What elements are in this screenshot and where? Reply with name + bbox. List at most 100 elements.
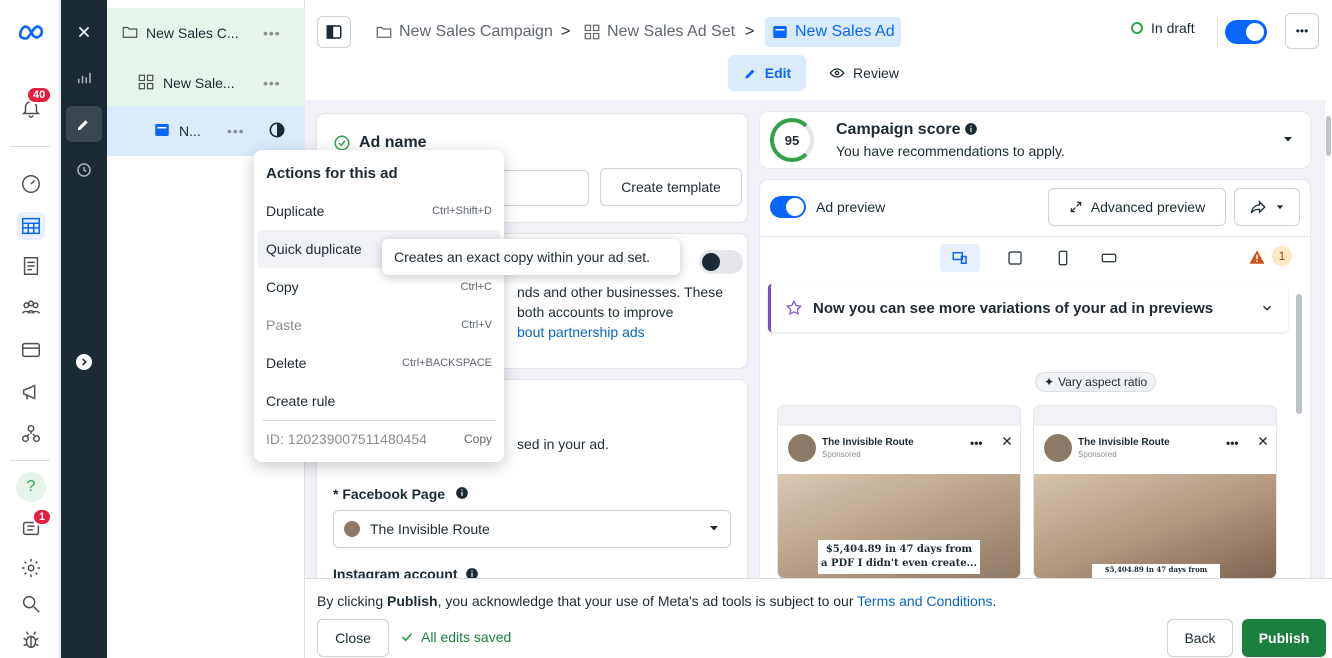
advanced-preview-button[interactable]: Advanced preview: [1048, 188, 1226, 226]
facebook-page-select[interactable]: The Invisible Route: [333, 510, 731, 548]
edit-pencil-icon[interactable]: [66, 106, 102, 142]
menu-item-label: Paste: [266, 317, 302, 333]
post-more-icon[interactable]: •••: [970, 436, 983, 450]
partnership-desc-line2: both accounts to improve: [517, 304, 674, 320]
close-icon[interactable]: [66, 14, 102, 50]
scrollbar-thumb[interactable]: [1326, 116, 1331, 156]
ad-id-text: ID: 120239007511480454: [266, 431, 427, 447]
dashboard-gauge-icon[interactable]: [17, 170, 45, 198]
scrollbar-thumb[interactable]: [1296, 294, 1302, 414]
tree-item-campaign[interactable]: New Sales C... •••: [107, 8, 305, 58]
draft-status: In draft: [1131, 20, 1195, 36]
breadcrumb-ad[interactable]: New Sales Ad: [765, 17, 901, 47]
ads-manager-table-icon[interactable]: [17, 212, 45, 240]
post-close-icon[interactable]: [1256, 434, 1270, 451]
audiences-icon[interactable]: [17, 294, 45, 322]
post-top-strip: [1034, 406, 1276, 426]
caret-down-icon[interactable]: [1282, 132, 1294, 148]
save-status-label: All edits saved: [421, 629, 512, 645]
campaign-more-icon[interactable]: •••: [263, 25, 281, 41]
adset-more-icon[interactable]: •••: [263, 75, 281, 91]
partnership-learn-more-link[interactable]: bout partnership ads: [517, 324, 645, 340]
breadcrumb-adset[interactable]: New Sales Ad Set: [583, 18, 735, 46]
editor-rail: [61, 0, 107, 658]
ad-icon: [773, 26, 787, 38]
placement-square-icon[interactable]: [1000, 244, 1030, 272]
page-avatar: [344, 521, 360, 537]
ad-status-half-circle-icon: [267, 120, 287, 143]
partnership-toggle[interactable]: [699, 250, 743, 274]
more-options-button[interactable]: •••: [1285, 13, 1319, 49]
back-button[interactable]: Back: [1167, 619, 1233, 657]
bug-report-icon[interactable]: [17, 626, 45, 654]
info-icon: [455, 486, 469, 503]
pages-icon[interactable]: [17, 252, 45, 280]
tree-item-adset[interactable]: New Sale... •••: [107, 58, 305, 108]
reporting-chart-icon[interactable]: [66, 60, 102, 96]
breadcrumb-campaign[interactable]: New Sales Campaign: [375, 18, 553, 46]
create-template-button[interactable]: Create template: [600, 168, 742, 206]
global-nav: 40 ? 1: [0, 0, 60, 658]
ad-name-input[interactable]: [497, 170, 589, 206]
meta-logo-icon[interactable]: [17, 18, 45, 46]
post-image: $5,404.89 in 47 days from a PDF I didn't…: [778, 474, 1020, 578]
campaign-score-card[interactable]: 95 Campaign score You have recommendatio…: [760, 112, 1310, 168]
placement-all-icon[interactable]: [940, 244, 980, 272]
help-icon[interactable]: ?: [16, 472, 46, 502]
warning-triangle-icon[interactable]: [1248, 248, 1266, 269]
post-image: $5,404.89 in 47 days from: [1034, 474, 1276, 578]
publish-button[interactable]: Publish: [1242, 619, 1326, 657]
post-preview-stories[interactable]: The Invisible Route Sponsored ••• $5,404…: [1034, 406, 1276, 578]
menu-item-delete[interactable]: Delete Ctrl+BACKSPACE: [254, 344, 504, 382]
ad-preview-toggle[interactable]: [770, 196, 806, 218]
page-avatar: [1044, 434, 1072, 462]
campaign-score-title: Campaign score: [836, 121, 961, 138]
post-more-icon[interactable]: •••: [1226, 436, 1239, 450]
vary-aspect-ratio-chip[interactable]: ✦ Vary aspect ratio: [1035, 372, 1157, 392]
ad-on-toggle[interactable]: [1225, 20, 1267, 44]
close-button[interactable]: Close: [317, 619, 389, 657]
settings-gear-icon[interactable]: [17, 554, 45, 582]
tab-review[interactable]: Review: [819, 55, 909, 91]
preview-scrollbar[interactable]: [1296, 280, 1302, 578]
placement-horizontal-icon[interactable]: [1094, 244, 1124, 272]
messages-badge: 1: [32, 508, 53, 526]
share-preview-button[interactable]: [1234, 188, 1300, 226]
share-icon: [1250, 200, 1266, 214]
ad-more-icon[interactable]: •••: [227, 123, 245, 139]
publish-notice: By clicking Publish, you acknowledge tha…: [317, 593, 996, 609]
menu-item-label: Copy: [266, 279, 299, 295]
post-preview-feed[interactable]: The Invisible Route Sponsored ••• $5,404…: [778, 406, 1020, 578]
variations-banner[interactable]: Now you can see more variations of your …: [768, 284, 1288, 332]
terms-link[interactable]: Terms and Conditions: [857, 593, 992, 609]
breadcrumb-campaign-label: New Sales Campaign: [399, 23, 553, 40]
copy-id-button[interactable]: Copy: [464, 432, 492, 446]
placement-vertical-icon[interactable]: [1048, 244, 1078, 272]
vary-aspect-ratio-label: Vary aspect ratio: [1058, 375, 1148, 389]
post-caption-line2: a PDF I didn't even create...: [820, 558, 978, 569]
menu-item-paste[interactable]: Paste Ctrl+V: [254, 306, 504, 344]
expand-chevron-icon[interactable]: [76, 354, 92, 370]
tree-campaign-label: New Sales C...: [146, 25, 239, 41]
tab-edit-label: Edit: [764, 65, 792, 81]
menu-item-duplicate[interactable]: Duplicate Ctrl+Shift+D: [254, 192, 504, 230]
toggle-panel-icon[interactable]: [317, 16, 351, 48]
search-icon[interactable]: [17, 590, 45, 618]
post-sponsored: Sponsored: [1078, 450, 1117, 459]
menu-item-create-rule[interactable]: Create rule: [254, 382, 504, 420]
post-close-icon[interactable]: [1000, 434, 1014, 451]
tree-item-ad[interactable]: N... •••: [107, 106, 305, 156]
campaigns-megaphone-icon[interactable]: [17, 378, 45, 406]
toggle-knob: [786, 198, 804, 216]
menu-item-shortcut: Ctrl+V: [461, 319, 492, 331]
history-clock-icon[interactable]: [66, 152, 102, 188]
business-settings-icon[interactable]: [17, 420, 45, 448]
post-sponsored: Sponsored: [822, 450, 861, 459]
menu-title: Actions for this ad: [266, 164, 398, 182]
billing-card-icon[interactable]: [17, 336, 45, 364]
page-scrollbar[interactable]: [1325, 100, 1332, 578]
tab-edit[interactable]: Edit: [728, 55, 806, 91]
adset-grid-icon: [584, 24, 600, 40]
menu-item-label: Duplicate: [266, 203, 325, 219]
checkmark-icon: [401, 633, 413, 642]
